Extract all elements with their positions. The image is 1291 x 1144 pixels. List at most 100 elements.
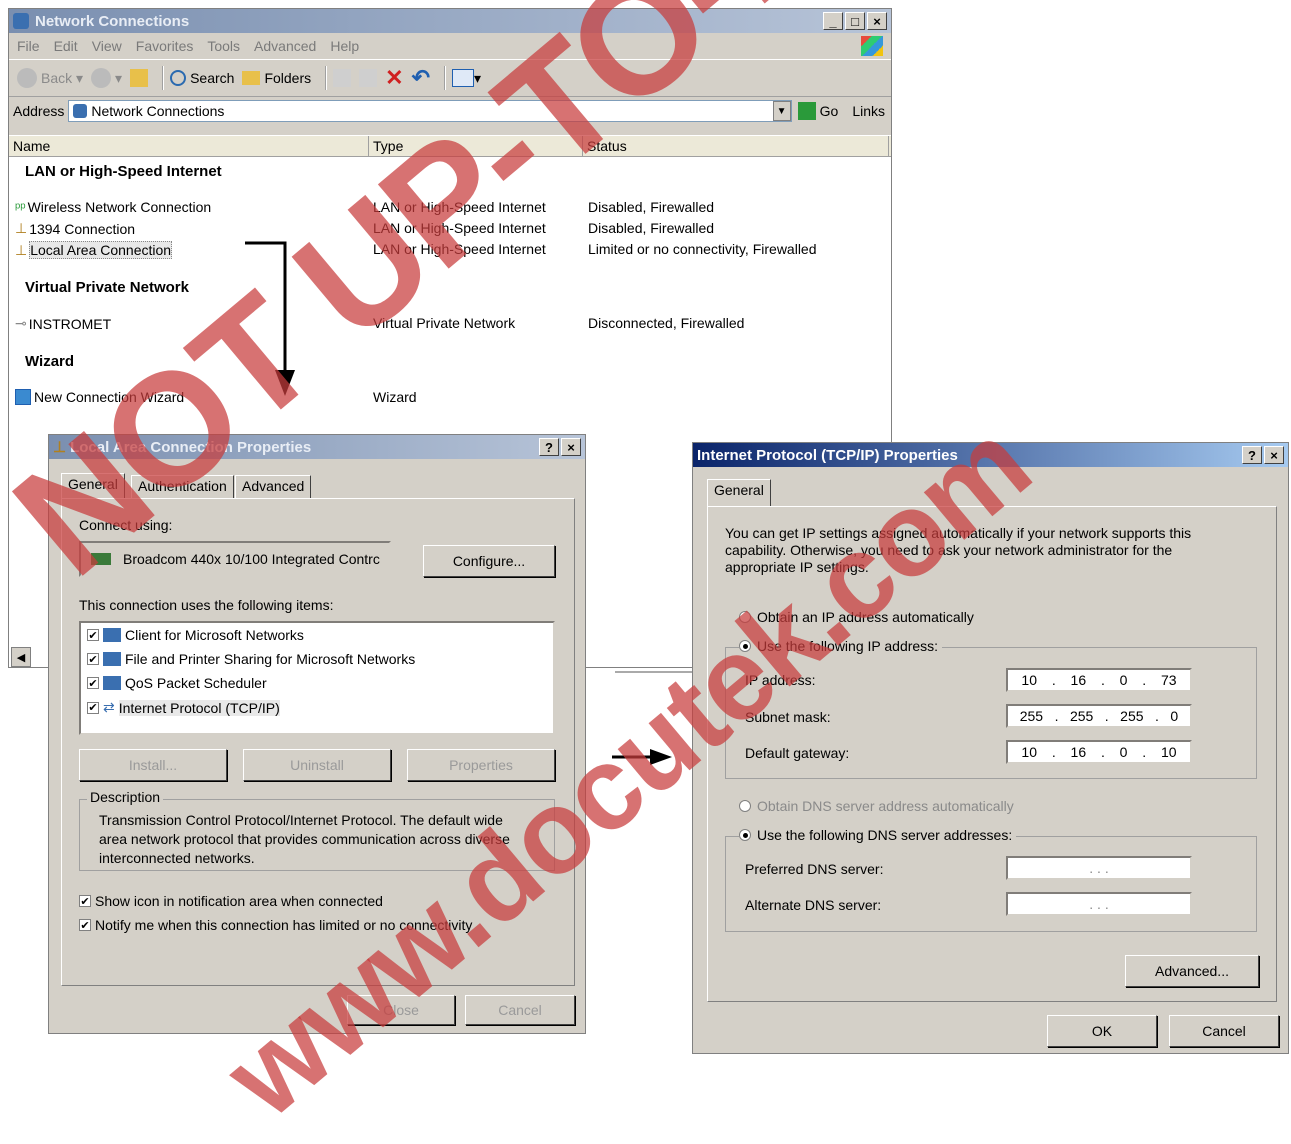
menu-favorites[interactable]: Favorites [136,38,194,54]
checkbox-checked[interactable]: ✔ [87,701,99,714]
close-button[interactable]: × [561,438,581,456]
printer-sharing-icon [103,652,121,666]
help-button[interactable]: ? [1242,446,1262,464]
menu-help[interactable]: Help [330,38,359,54]
list-item[interactable]: ✔ QoS Packet Scheduler [87,675,267,691]
preferred-dns-field[interactable]: . . . [1006,856,1192,880]
search-button[interactable]: Search [170,70,234,86]
group-heading: Virtual Private Network [25,279,189,296]
menu-edit[interactable]: Edit [54,38,78,54]
explorer-title: Network Connections [35,12,190,30]
ip-address-field[interactable]: 10. 16. 0. 73 [1006,668,1192,692]
show-icon-label: Show icon in notification area when conn… [95,893,383,909]
horizontal-scrollbar-left-button[interactable]: ◀ [11,647,31,667]
uninstall-button[interactable]: Uninstall [243,749,391,781]
item-label: File and Printer Sharing for Microsoft N… [125,651,416,667]
list-item[interactable]: ⊥ 1394 Connection [15,220,135,237]
toolbar-separator [325,66,328,90]
links-button[interactable]: Links [852,103,885,119]
column-header-name[interactable]: Name [9,136,369,156]
undo-button[interactable]: ↶ [412,65,430,91]
forward-button[interactable]: ▾ [91,68,122,88]
folders-button[interactable]: Folders [242,70,311,86]
menu-tools[interactable]: Tools [207,38,240,54]
minimize-button[interactable]: _ [823,12,843,30]
subnet-mask-field[interactable]: 255. 255. 255. 0 [1006,704,1192,728]
network-icon [13,13,29,29]
delete-icon: ✕ [385,65,404,90]
cancel-button[interactable]: Cancel [465,995,575,1025]
move-to-icon [333,69,352,87]
close-button[interactable]: × [1264,446,1284,464]
wizard-icon [15,389,31,405]
menu-advanced[interactable]: Advanced [254,38,316,54]
list-item[interactable]: ᵖᵖ Wireless Network Connection [15,199,211,215]
items-label: This connection uses the following items… [79,597,334,613]
item-name: Wireless Network Connection [27,199,212,215]
item-name: Local Area Connection [29,241,173,259]
list-item[interactable]: ✔ Client for Microsoft Networks [87,627,304,643]
obtain-dns-option[interactable]: Obtain DNS server address automatically [739,798,1014,814]
ip-octet: 73 [1161,672,1177,688]
help-button[interactable]: ? [539,438,559,456]
client-icon [103,628,121,642]
go-button[interactable]: Go [797,102,838,120]
checkbox-checked[interactable]: ✔ [79,895,91,908]
components-list: ✔ Client for Microsoft Networks ✔ File and… [79,621,555,735]
address-dropdown-button[interactable]: ▼ [772,101,791,121]
mask-octet: 255 [1120,708,1144,724]
vpn-icon: ⊸ [15,315,27,331]
network-icon [73,104,88,118]
radio-unselected[interactable] [739,800,751,812]
install-button[interactable]: Install... [79,749,227,781]
checkbox-checked[interactable]: ✔ [87,653,99,666]
list-item[interactable]: ⊸ INSTROMET [15,315,111,332]
default-gateway-field[interactable]: 10. 16. 0. 10 [1006,740,1192,764]
list-item-selected[interactable]: ⊥ Local Area Connection [15,241,173,259]
menu-file[interactable]: File [17,38,40,54]
item-label: Client for Microsoft Networks [125,627,304,643]
tab-general[interactable]: General [707,479,771,507]
checkbox-checked[interactable]: ✔ [87,629,99,642]
advanced-button[interactable]: Advanced... [1125,955,1259,987]
item-status: Disconnected, Firewalled [588,315,745,331]
item-type: Wizard [373,389,417,405]
ok-button[interactable]: OK [1047,1015,1157,1047]
checkbox-checked[interactable]: ✔ [87,677,99,690]
group-heading: LAN or High-Speed Internet [25,163,222,180]
list-item-selected[interactable]: ✔ ⇄ Internet Protocol (TCP/IP) [87,699,280,716]
wireless-icon: ᵖᵖ [15,199,26,215]
item-status: Disabled, Firewalled [588,199,715,215]
alternate-dns-field[interactable]: . . . [1006,892,1192,916]
copy-to-icon [359,69,378,87]
use-dns-option[interactable]: Use the following DNS server addresses: [739,827,1017,843]
ip-octet: 10 [1021,672,1037,688]
maximize-button[interactable]: □ [845,12,865,30]
ip-octet: 16 [1070,672,1087,688]
move-to-button[interactable] [333,69,352,87]
gateway-octet: 0 [1119,744,1128,760]
alternate-dns-label: Alternate DNS server: [745,897,882,913]
address-label: Address [13,103,65,119]
checkbox-checked[interactable]: ✔ [79,919,91,932]
delete-button[interactable]: ✕ [385,65,403,91]
dns-group [725,836,1257,932]
list-item[interactable]: ✔ File and Printer Sharing for Microsoft … [87,651,415,667]
configure-button[interactable]: Configure... [423,545,555,577]
preferred-dns-label: Preferred DNS server: [745,861,884,877]
gateway-octet: 10 [1021,744,1037,760]
forward-arrow-icon [91,68,112,88]
cancel-button[interactable]: Cancel [1169,1015,1279,1047]
back-button[interactable]: Back ▾ [17,68,83,88]
item-label: QoS Packet Scheduler [125,675,267,691]
radio-selected[interactable] [739,829,751,841]
menu-view[interactable]: View [92,38,122,54]
gateway-octet: 16 [1070,744,1087,760]
close-button[interactable]: × [867,12,887,30]
gateway-octet: 10 [1161,744,1177,760]
up-folder-button[interactable] [130,69,149,87]
show-icon-option[interactable]: ✔ Show icon in notification area when con… [79,893,383,909]
item-name: 1394 Connection [29,220,136,237]
windows-logo-icon [861,36,883,56]
copy-to-button[interactable] [359,69,378,87]
